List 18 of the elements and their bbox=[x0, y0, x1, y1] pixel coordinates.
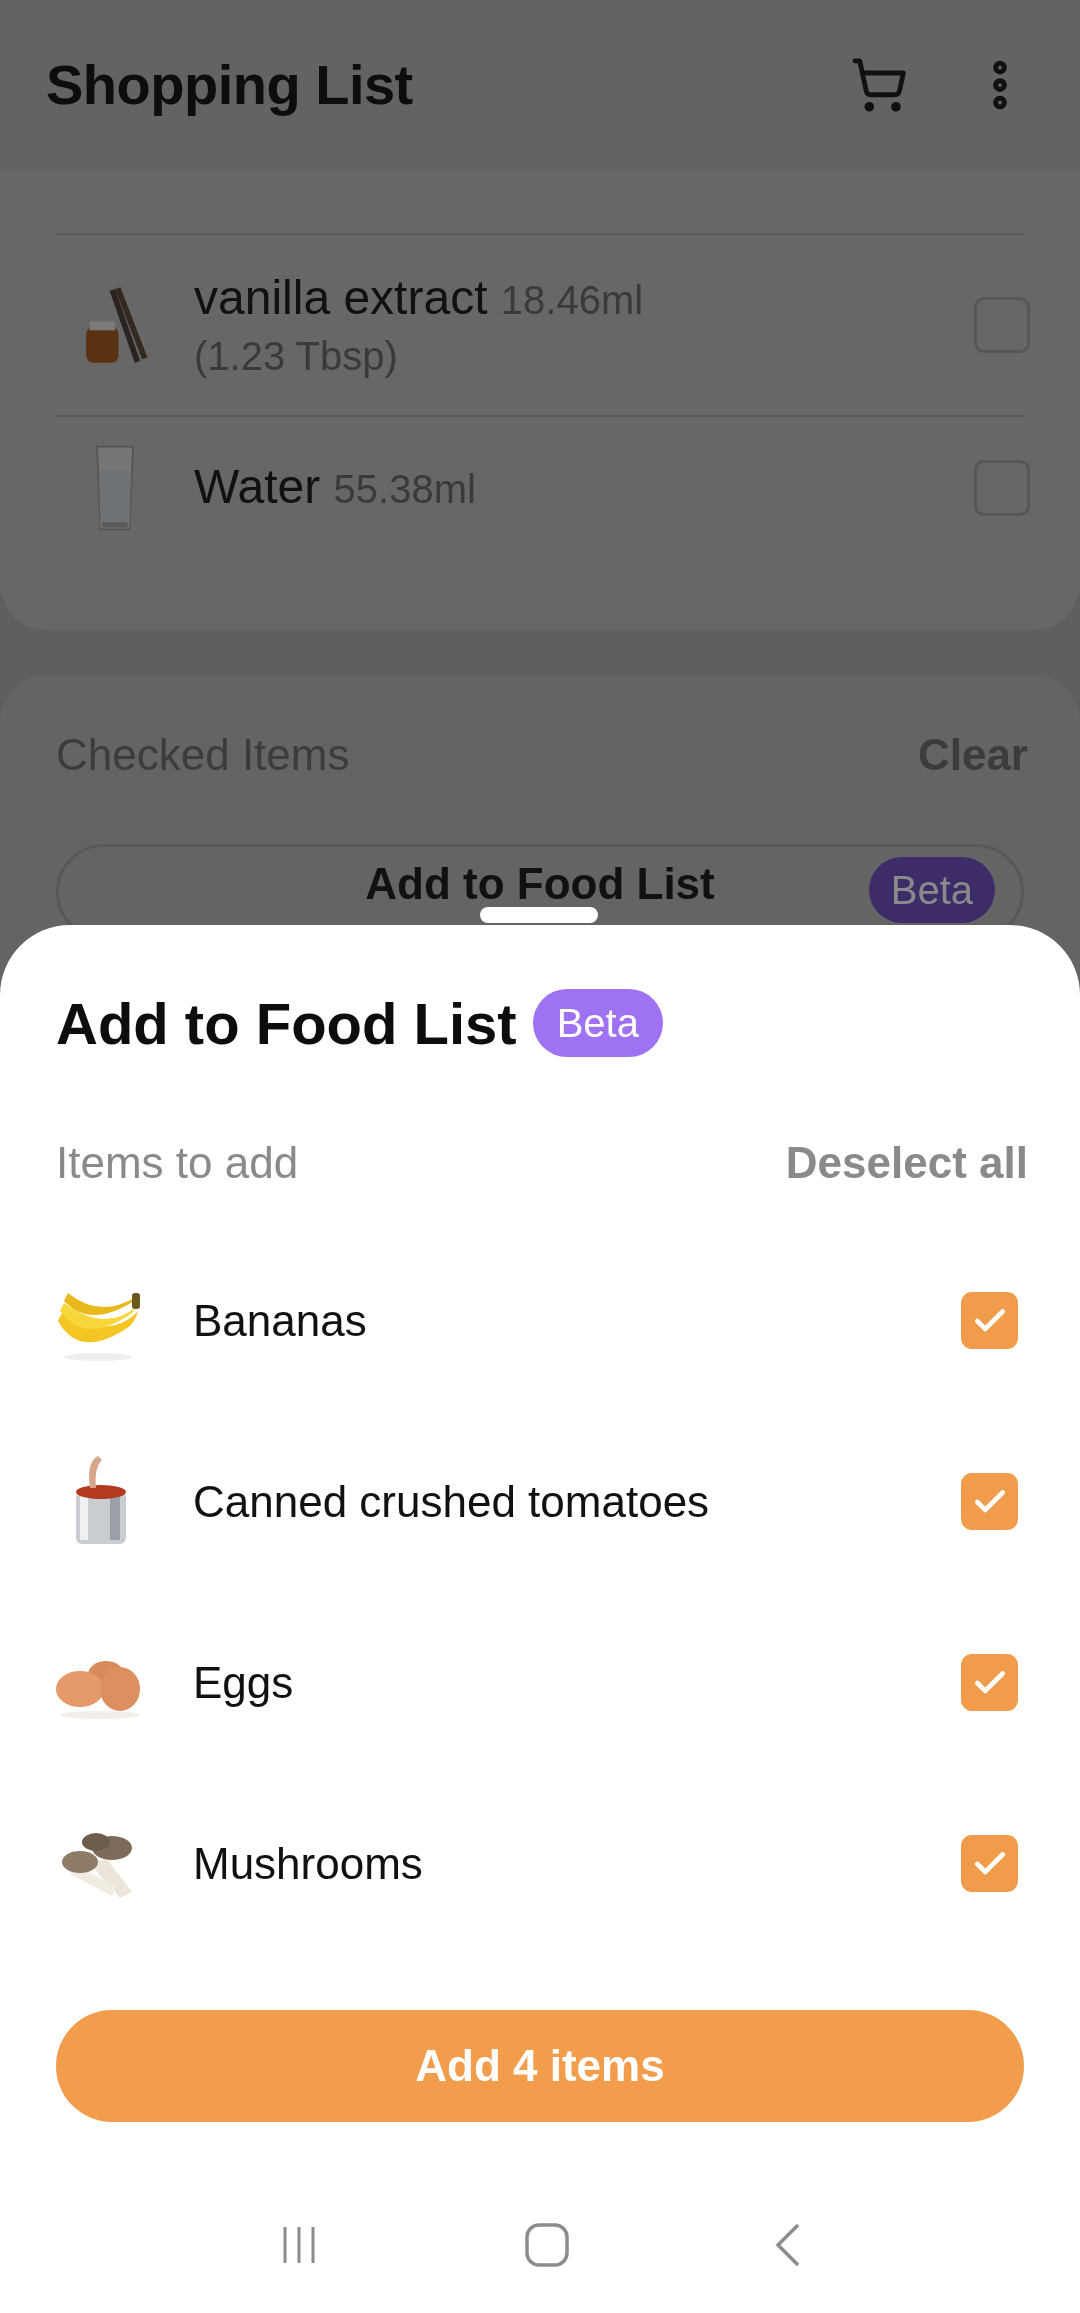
checkbox[interactable] bbox=[961, 1473, 1018, 1530]
drag-handle[interactable] bbox=[480, 907, 598, 923]
add-items-button[interactable]: Add 4 items bbox=[56, 2010, 1024, 2122]
food-item-name: Bananas bbox=[193, 1294, 368, 1347]
deselect-all-button[interactable]: Deselect all bbox=[785, 1130, 1028, 1196]
beta-badge: Beta bbox=[532, 989, 663, 1057]
food-item-name: Canned crushed tomatoes bbox=[193, 1475, 711, 1528]
home-icon[interactable] bbox=[524, 2222, 570, 2268]
food-item-name: Eggs bbox=[193, 1656, 295, 1709]
page-title: Shopping List bbox=[46, 52, 413, 118]
food-item-name: Mushrooms bbox=[193, 1837, 424, 1890]
items-to-add-label: Items to add bbox=[56, 1137, 299, 1189]
sheet-title: Add to Food List bbox=[56, 989, 517, 1058]
checkbox[interactable] bbox=[961, 1654, 1018, 1711]
beta-badge: Beta bbox=[868, 857, 995, 923]
checkbox[interactable] bbox=[961, 1835, 1018, 1892]
checkbox[interactable] bbox=[961, 1292, 1018, 1349]
cart-icon[interactable] bbox=[850, 56, 908, 114]
